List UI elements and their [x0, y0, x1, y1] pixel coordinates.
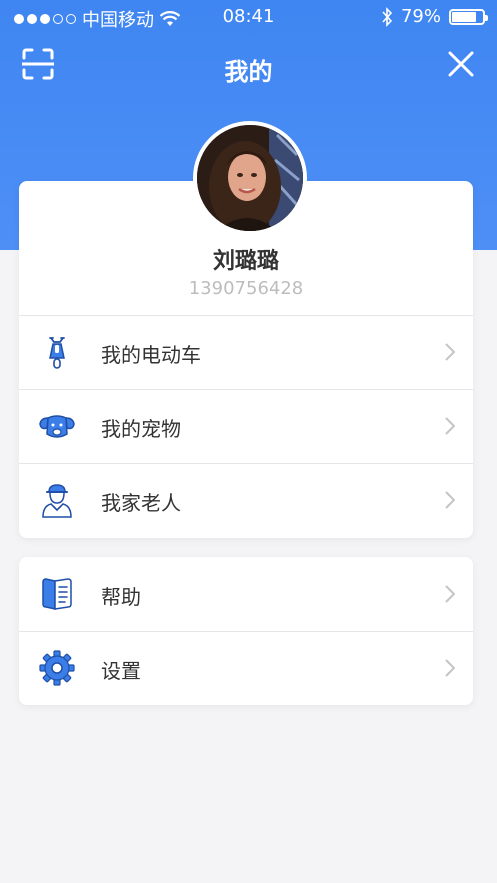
- divider: [19, 389, 473, 390]
- chevron-right-icon: [445, 659, 455, 677]
- gear-icon: [39, 650, 75, 686]
- battery-fill: [452, 11, 476, 22]
- book-icon: [42, 578, 72, 610]
- divider: [19, 631, 473, 632]
- help-card: 帮助 设置: [19, 557, 473, 705]
- battery-percent: 79%: [400, 6, 441, 27]
- divider: [19, 315, 473, 316]
- menu-label: 帮助: [101, 585, 141, 609]
- chevron-right-icon: [445, 491, 455, 509]
- menu-label: 我的宠物: [101, 417, 181, 441]
- status-right: 79%: [381, 6, 488, 27]
- avatar[interactable]: [193, 121, 307, 235]
- battery-icon: [449, 8, 488, 25]
- scooter-icon: [49, 337, 65, 369]
- menu-item-scooter[interactable]: 我的电动车: [19, 315, 473, 389]
- menu-label: 我的电动车: [101, 343, 201, 367]
- menu-item-pet[interactable]: 我的宠物: [19, 389, 473, 463]
- chevron-right-icon: [445, 585, 455, 603]
- chevron-right-icon: [445, 417, 455, 435]
- menu-label: 设置: [101, 659, 141, 683]
- menu-item-elder[interactable]: 我家老人: [19, 463, 473, 537]
- dog-icon: [39, 415, 75, 438]
- nav-bar: 我的: [0, 40, 497, 92]
- menu-item-settings[interactable]: 设置: [19, 631, 473, 705]
- menu-label: 我家老人: [101, 491, 181, 515]
- close-icon[interactable]: [447, 50, 475, 78]
- bluetooth-icon: [382, 6, 393, 27]
- profile-name: 刘璐璐: [212, 249, 279, 274]
- elder-icon: [42, 484, 72, 518]
- page-title: 我的: [224, 58, 273, 86]
- profile-phone: 1390756428: [188, 278, 304, 299]
- avatar-photo: [197, 125, 303, 231]
- status-bar: 中国移动 08:41 79%: [0, 0, 497, 34]
- chevron-right-icon: [445, 343, 455, 361]
- divider: [19, 463, 473, 464]
- menu-item-help[interactable]: 帮助: [19, 557, 473, 631]
